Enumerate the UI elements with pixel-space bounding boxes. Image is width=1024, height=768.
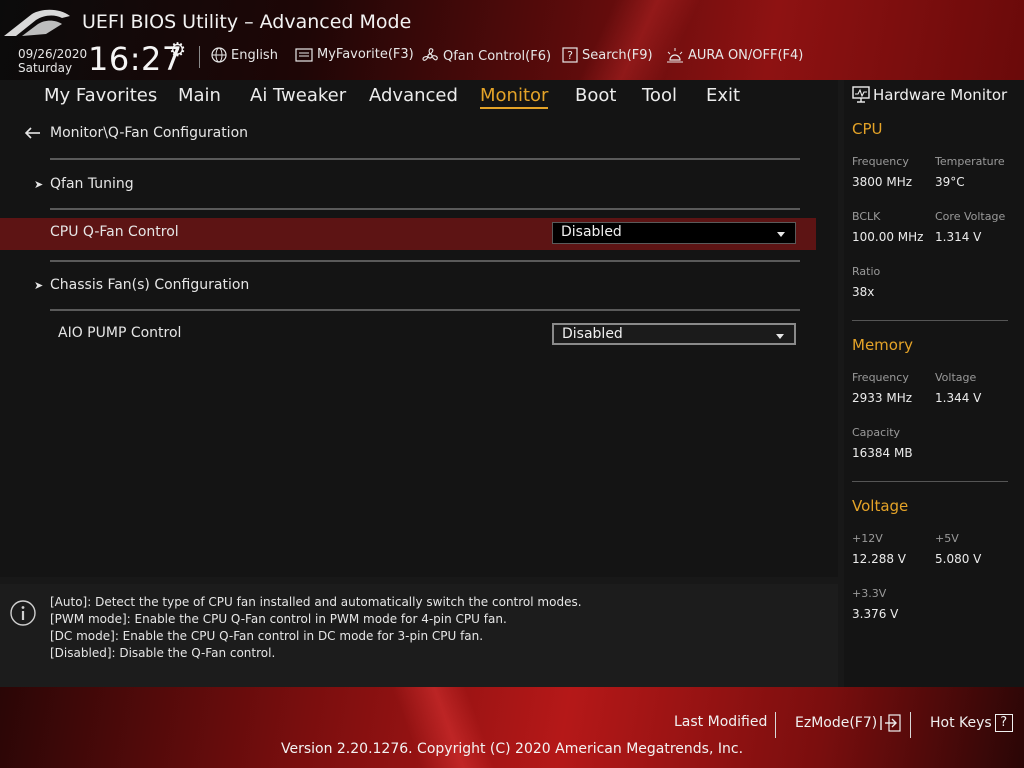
- hw-mem-voltage-label: Voltage: [935, 371, 977, 384]
- tab-exit[interactable]: Exit: [706, 85, 740, 106]
- tab-main[interactable]: Main: [178, 85, 221, 106]
- back-arrow-icon[interactable]: [24, 126, 42, 140]
- hw-bclk-value: 100.00 MHz: [852, 230, 924, 244]
- qfan-control-button[interactable]: Qfan Control(F6): [421, 47, 551, 65]
- breadcrumb: Monitor\Q-Fan Configuration: [50, 125, 249, 141]
- cpu-qfan-control-select[interactable]: Disabled: [552, 222, 796, 244]
- hw-bclk-label: BCLK: [852, 210, 881, 223]
- aura-light-icon: [667, 48, 683, 63]
- section-divider: [50, 260, 800, 262]
- ezmode-label: EzMode(F7): [795, 715, 878, 731]
- rog-logo-icon: [4, 9, 70, 37]
- version-text: Version 2.20.1276. Copyright (C) 2020 Am…: [280, 741, 744, 757]
- cpu-qfan-control-value: Disabled: [561, 224, 622, 240]
- hw-3v3-label: +3.3V: [852, 587, 887, 600]
- section-divider: [50, 309, 800, 311]
- help-text-line: [Disabled]: Disable the Q-Fan control.: [50, 646, 276, 660]
- tab-monitor[interactable]: Monitor: [480, 85, 549, 109]
- section-divider: [50, 158, 800, 160]
- hw-12v-value: 12.288 V: [852, 552, 907, 566]
- tab-ai-tweaker[interactable]: Ai Tweaker: [250, 85, 346, 106]
- help-key-icon: ?: [994, 714, 1013, 732]
- qfan-tuning-item[interactable]: ➤ Qfan Tuning: [34, 175, 734, 197]
- last-modified-button[interactable]: Last Modified: [674, 714, 767, 730]
- aio-pump-control-select[interactable]: Disabled: [552, 323, 796, 345]
- clock-settings-gear-icon[interactable]: ⚙: [169, 39, 186, 61]
- hw-cpu-frequency-value: 3800 MHz: [852, 175, 913, 189]
- hardware-monitor-title: Hardware Monitor: [873, 86, 1008, 104]
- hw-cpu-heading: CPU: [852, 120, 883, 138]
- aura-label: AURA ON/OFF(F4): [688, 47, 804, 63]
- language-button[interactable]: English: [211, 47, 278, 63]
- chassis-fan-config-item[interactable]: ➤ Chassis Fan(s) Configuration: [34, 276, 734, 298]
- date-display: 09/26/2020 Saturday: [18, 47, 87, 75]
- day-text: Saturday: [18, 61, 73, 75]
- hw-mem-frequency-value: 2933 MHz: [852, 391, 913, 405]
- footer-separator: [910, 712, 911, 738]
- aio-pump-control-value: Disabled: [562, 326, 623, 342]
- myfavorite-button[interactable]: MyFavorite(F3): [295, 47, 414, 62]
- help-text-line: [Auto]: Detect the type of CPU fan insta…: [50, 595, 582, 609]
- hw-mem-voltage-value: 1.344 V: [935, 391, 982, 405]
- hw-5v-label: +5V: [935, 532, 959, 545]
- hw-cpu-temperature-label: Temperature: [935, 155, 1005, 168]
- dropdown-arrow-icon: [777, 232, 785, 237]
- chevron-right-icon: ➤: [34, 178, 44, 191]
- tab-boot[interactable]: Boot: [575, 85, 616, 106]
- cpu-qfan-control-label: CPU Q-Fan Control: [50, 224, 179, 240]
- hw-voltage-heading: Voltage: [852, 497, 909, 515]
- chassis-fan-config-label: Chassis Fan(s) Configuration: [50, 277, 250, 293]
- svg-text:?: ?: [567, 49, 573, 62]
- section-divider: [50, 208, 800, 210]
- hw-core-voltage-value: 1.314 V: [935, 230, 982, 244]
- hw-memory-heading: Memory: [852, 336, 914, 354]
- hw-section-divider: [852, 320, 1008, 321]
- date-text: 09/26/2020: [18, 47, 88, 61]
- help-text-line: [PWM mode]: Enable the CPU Q-Fan control…: [50, 612, 507, 626]
- qfan-tuning-label: Qfan Tuning: [50, 176, 134, 192]
- myfavorite-label: MyFavorite(F3): [317, 47, 414, 62]
- hw-mem-frequency-label: Frequency: [852, 371, 909, 384]
- hw-core-voltage-label: Core Voltage: [935, 210, 1006, 223]
- globe-icon: [211, 47, 227, 63]
- footer-separator: [775, 712, 776, 738]
- tab-my-favorites[interactable]: My Favorites: [44, 85, 157, 106]
- hw-cpu-temperature-value: 39°C: [935, 175, 965, 189]
- last-modified-label: Last Modified: [674, 714, 768, 730]
- language-label: English: [231, 47, 278, 63]
- aio-pump-control-label: AIO PUMP Control: [58, 325, 182, 341]
- hotkeys-label: Hot Keys: [930, 715, 992, 731]
- exit-arrow-icon: [880, 714, 901, 732]
- dropdown-arrow-icon: [776, 334, 784, 339]
- help-text-line: [DC mode]: Enable the CPU Q-Fan control …: [50, 629, 484, 643]
- app-title: UEFI BIOS Utility – Advanced Mode: [82, 11, 412, 33]
- aura-toggle-button[interactable]: AURA ON/OFF(F4): [666, 47, 803, 63]
- search-label: Search(F9): [582, 47, 653, 63]
- hw-cpu-frequency-label: Frequency: [852, 155, 909, 168]
- ezmode-button[interactable]: EzMode(F7): [795, 714, 902, 732]
- hw-mem-capacity-label: Capacity: [852, 426, 901, 439]
- hw-ratio-label: Ratio: [852, 265, 881, 278]
- search-button[interactable]: ? Search(F9): [562, 47, 653, 63]
- monitor-icon: [852, 86, 870, 103]
- info-icon: [10, 600, 36, 626]
- hw-5v-value: 5.080 V: [935, 552, 982, 566]
- toolbar-separator: [199, 46, 200, 68]
- hw-mem-capacity-value: 16384 MB: [852, 446, 913, 460]
- qfan-label: Qfan Control(F6): [443, 48, 552, 64]
- hw-section-divider: [852, 481, 1008, 482]
- hw-ratio-value: 38x: [852, 285, 875, 299]
- fan-icon: [422, 48, 438, 61]
- tab-advanced[interactable]: Advanced: [369, 85, 458, 106]
- hw-12v-label: +12V: [852, 532, 883, 545]
- tab-tool[interactable]: Tool: [642, 85, 677, 106]
- hotkeys-button[interactable]: Hot Keys ?: [930, 714, 1013, 732]
- hw-3v3-value: 3.376 V: [852, 607, 899, 621]
- favorite-list-icon: [295, 47, 313, 62]
- main-nav: My Favorites Main Ai Tweaker Advanced Mo…: [0, 80, 838, 112]
- chevron-right-icon: ➤: [34, 279, 44, 292]
- search-help-icon: ?: [562, 47, 578, 63]
